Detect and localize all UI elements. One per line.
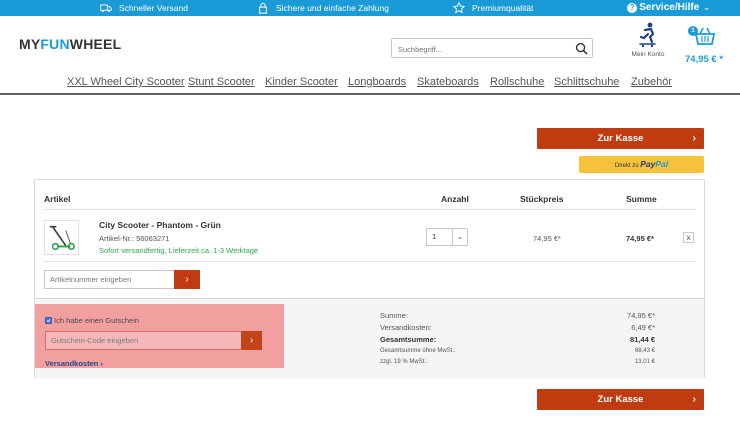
vat-value: 13,01 € [634,359,655,365]
product-thumbnail[interactable] [44,220,79,255]
paypal-logo-pay: Pay [640,159,656,169]
nav-kinder-scooter[interactable]: Kinder Scooter [265,76,338,88]
header-unit-price: Stückpreis [520,194,564,204]
divider [43,209,696,210]
checkout-button-top[interactable]: Zur Kasse › [537,128,704,149]
checkout-button-bottom[interactable]: Zur Kasse › [537,389,704,410]
paypal-logo: PayPal [640,159,668,169]
product-availability: Sofort versandfertig, Lieferzeit ca. 1-3… [99,246,259,255]
paypal-express-button[interactable]: Direkt zu PayPal [579,156,704,173]
quantity-select[interactable]: 1 ⌄ [426,228,468,246]
lock-icon [259,2,267,14]
cart-total: 74,95 € * [685,54,724,65]
subtotal-value: 74,95 €* [627,311,655,320]
quality-info: Premiumqualität [453,0,533,16]
nav-rollschuhe[interactable]: Rollschuhe [490,76,544,88]
shipping-info: Schneller Versand [100,0,188,16]
chevron-right-icon: › [692,133,696,144]
search-input[interactable] [392,40,562,59]
divider [43,261,696,262]
nav-zubehoer[interactable]: Zubehör [631,76,672,88]
article-number-input[interactable]: Artikelnummer eingeben [44,270,174,289]
site-logo[interactable]: MYFUNWHEEL [19,36,121,52]
shipping-info-text: Schneller Versand [119,3,188,13]
nav-stunt-scooter[interactable]: Stunt Scooter [188,76,255,88]
search-icon[interactable] [575,42,588,55]
logo-part-wheel: WHEEL [69,36,122,52]
unit-price: 74,95 €* [533,234,561,243]
header-article: Artikel [44,194,71,204]
star-icon [453,2,465,14]
main-navigation: XXL Wheel City Scooter Stunt Scooter Kin… [0,74,740,95]
net-value: 68,43 € [634,348,655,354]
checkout-button-label: Zur Kasse [597,394,644,405]
nav-xxl-wheel-city-scooter[interactable]: XXL Wheel City Scooter [67,76,185,88]
line-sum: 74,95 €* [626,234,654,243]
shipping-label: Versandkosten: [380,323,432,332]
nav-skateboards[interactable]: Skateboards [417,76,479,88]
subtotal-label: Summe: [380,311,408,320]
voucher-checkbox[interactable] [45,317,52,324]
payment-info-text: Sichere und einfache Zahlung [276,3,389,13]
total-value: 81,44 € [629,335,655,344]
checkout-button-label: Zur Kasse [597,133,644,144]
paypal-logo-pal: Pal [655,159,669,169]
search-box [391,38,593,59]
shipping-costs-link[interactable]: Versandkosten › [45,359,103,368]
nav-schlittschuhe[interactable]: Schlittschuhe [554,76,619,88]
voucher-checkbox-label[interactable]: Ich habe einen Gutschein [54,316,139,325]
product-article-number: Artikel-Nr.: 56063271 [99,234,170,243]
cart-footer: Ich habe einen Gutschein Gutschein-Code … [35,298,704,378]
nav-longboards[interactable]: Longboards [348,76,406,88]
quality-info-text: Premiumqualität [472,3,534,13]
total-label: Gesamtsumme: [380,335,437,344]
top-info-bar: Schneller Versand Sichere und einfache Z… [0,0,740,16]
voucher-code-input[interactable]: Gutschein-Code eingeben [45,331,241,350]
truck-icon [100,4,112,13]
add-article-button[interactable]: › [174,270,200,289]
chevron-right-icon: › [692,394,696,405]
voucher-submit-button[interactable]: › [241,331,262,350]
service-help-menu[interactable]: ? Service/Hilfe ⌄ [627,0,710,16]
voucher-section: Ich habe einen Gutschein Gutschein-Code … [35,304,284,368]
payment-info: Sichere und einfache Zahlung [257,0,389,16]
product-name[interactable]: City Scooter - Phantom - Grün [99,220,221,230]
net-label: Gesamtsumme ohne MwSt.: [380,348,456,354]
logo-part-fun: FUN [40,36,70,52]
service-help-label: Service/Hilfe [639,2,700,13]
logo-part-my: MY [19,36,41,52]
remove-item-button[interactable]: x [683,232,694,243]
cart-count-badge: 1 [688,26,698,36]
shipping-value: 6,49 €* [631,323,655,332]
quantity-value: 1 [432,232,437,241]
chevron-down-icon: ⌄ [452,229,467,245]
header-quantity: Anzahl [441,194,469,204]
help-icon: ? [627,3,638,13]
paypal-prefix: Direkt zu [614,163,639,169]
cart-table: Artikel Anzahl Stückpreis Summe City Sco… [34,179,705,378]
header-sum: Summe [626,194,657,204]
chevron-down-icon: ⌄ [703,3,710,12]
vat-label: zzgl. 19 % MwSt.: [380,359,428,365]
cart-widget[interactable]: 1 74,95 € * [685,26,725,65]
checkmark-icon [46,318,51,323]
scooter-image [49,225,75,251]
skater-icon [639,22,656,48]
my-account-label: Mein Konto [631,51,665,58]
my-account[interactable]: Mein Konto [628,22,668,58]
